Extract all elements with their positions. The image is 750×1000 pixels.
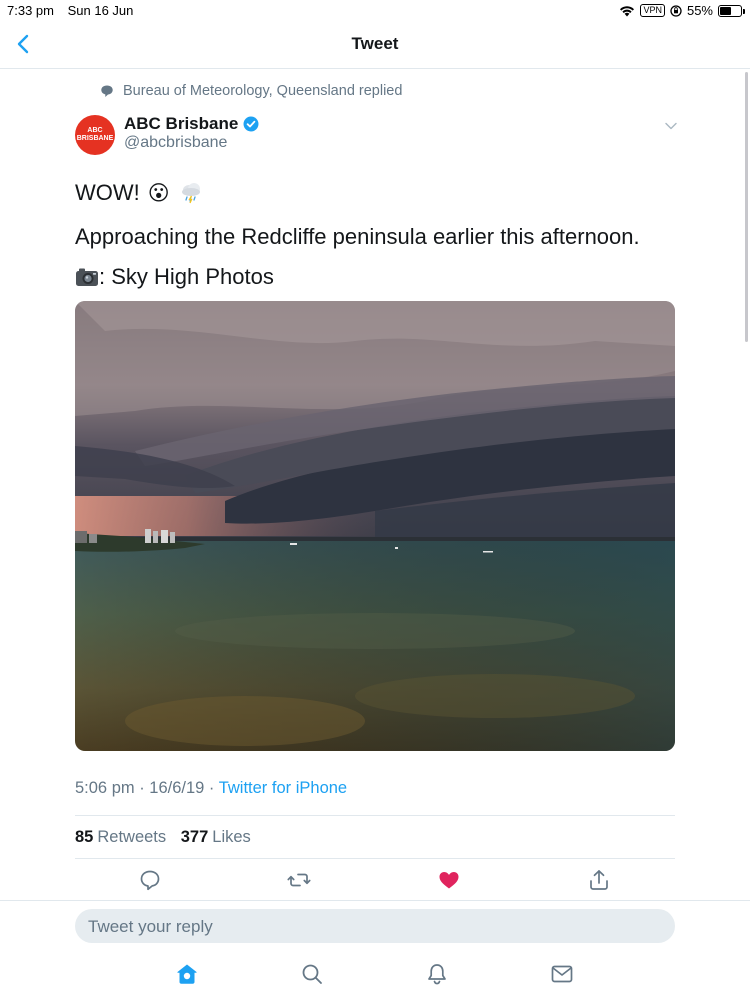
tweet-line-3: : Sky High Photos — [75, 264, 695, 290]
like-icon[interactable] — [437, 868, 461, 892]
battery-percent: 55% — [686, 3, 713, 18]
astonished-face-emoji: 😮 — [147, 181, 170, 205]
retweets-stat[interactable]: 85 Retweets — [75, 828, 166, 846]
battery-icon — [718, 4, 745, 17]
avatar-brand-text: BRISBANE — [76, 135, 114, 142]
tweet-photo[interactable] — [75, 301, 675, 751]
retweet-icon[interactable] — [287, 868, 311, 892]
author-name[interactable]: ABC Brisbane — [124, 114, 259, 134]
likes-stat[interactable]: 377 Likes — [181, 828, 251, 846]
messages-icon[interactable] — [550, 962, 574, 986]
avatar-logo-text: ABC — [87, 127, 103, 134]
author-handle[interactable]: @abcbrisbane — [124, 134, 227, 152]
tweet-stats: 85 Retweets 377 Likes — [75, 828, 251, 847]
wifi-icon — [620, 5, 635, 16]
tweet-timestamp: 5:06 pm · 16/6/19 · — [75, 779, 219, 797]
divider — [0, 900, 750, 901]
divider — [75, 858, 675, 859]
thunder-cloud-rain-icon — [181, 183, 200, 204]
replied-context-text: Bureau of Meteorology, Queensland replie… — [123, 83, 403, 99]
replied-context[interactable]: Bureau of Meteorology, Queensland replie… — [100, 83, 402, 99]
reply-input[interactable]: Tweet your reply — [75, 909, 675, 943]
nav-bar: Tweet — [0, 20, 750, 69]
avatar[interactable]: ABC BRISBANE — [75, 115, 115, 155]
share-icon[interactable] — [587, 868, 611, 892]
status-bar: 7:33 pm Sun 16 Jun VPN 55% — [0, 0, 750, 20]
tweet-line-1: WOW! 😮 — [75, 180, 695, 206]
verified-badge-icon — [243, 116, 259, 132]
reply-icon[interactable] — [138, 868, 162, 892]
chevron-down-icon[interactable] — [663, 118, 679, 134]
status-date: Sun 16 Jun — [67, 3, 134, 18]
tweet-meta: 5:06 pm · 16/6/19 · Twitter for iPhone — [75, 779, 347, 798]
page-title: Tweet — [351, 34, 399, 53]
vpn-badge: VPN — [640, 4, 665, 17]
storm-photo-image — [75, 301, 675, 751]
retweets-count: 85 — [75, 828, 94, 846]
speech-bubble-icon — [101, 85, 113, 97]
tweet-photo-credit: : Sky High Photos — [99, 264, 274, 289]
tweet-actions — [0, 868, 750, 894]
likes-count: 377 — [180, 828, 209, 846]
tweet-source-link[interactable]: Twitter for iPhone — [219, 779, 347, 797]
camera-emoji-icon — [76, 268, 98, 286]
retweets-label: Retweets — [97, 828, 167, 846]
rotation-lock-icon — [670, 4, 682, 17]
notifications-icon[interactable] — [425, 962, 449, 986]
scrollbar[interactable] — [745, 72, 748, 342]
likes-label: Likes — [212, 828, 251, 846]
status-time: 7:33 pm — [7, 3, 54, 18]
home-icon[interactable] — [175, 962, 199, 986]
author-name-text: ABC Brisbane — [124, 114, 239, 133]
tweet-text-wow: WOW! — [75, 180, 140, 205]
search-icon[interactable] — [300, 962, 324, 986]
divider — [75, 815, 675, 816]
tweet-line-2: Approaching the Redcliffe peninsula earl… — [75, 224, 640, 249]
tab-bar — [0, 962, 750, 992]
